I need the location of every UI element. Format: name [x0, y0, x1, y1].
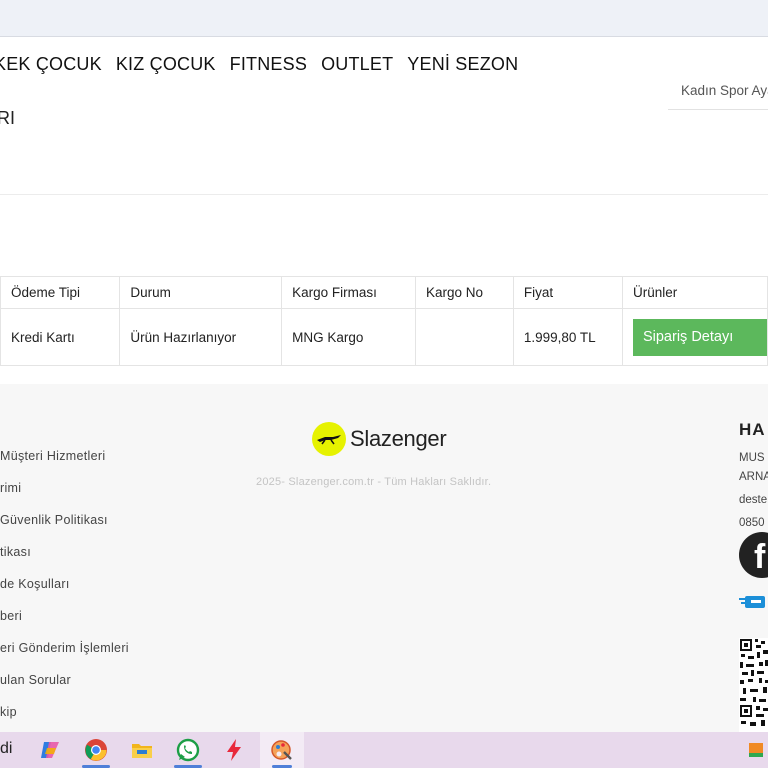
nav-item-new-season[interactable]: YENİ SEZON — [407, 54, 518, 78]
divider — [0, 194, 768, 195]
header-carrier: Kargo Firması — [281, 276, 416, 309]
nav-item-boys[interactable]: KEK ÇOCUK — [0, 54, 102, 78]
cell-carrier: MNG Kargo — [281, 308, 416, 366]
paint-app-icon[interactable] — [260, 732, 304, 768]
contact-heading: HA — [739, 420, 766, 439]
header-status: Durum — [119, 276, 283, 309]
cell-payment-type: Kredi Kartı — [0, 308, 121, 366]
nav-item-fitness[interactable]: FITNESS — [230, 54, 307, 78]
copyright-text: 2025- Slazenger.com.tr - Tüm Hakları Sak… — [256, 476, 492, 488]
search-box — [668, 73, 768, 110]
whatsapp-icon[interactable] — [166, 732, 210, 768]
footer-link-2[interactable]: rimi — [0, 480, 129, 512]
contact-line: ARNA — [739, 471, 768, 483]
browser-top-strip — [0, 0, 768, 37]
brand-logo[interactable]: Slazenger — [312, 422, 447, 456]
cell-price: 1.999,80 TL — [512, 308, 623, 366]
contact-block: HA MUS ARNA deste 0850 — [739, 420, 768, 532]
header-tracking-no: Kargo No — [414, 276, 514, 309]
flash-app-icon[interactable] — [212, 732, 256, 768]
cell-status: Ürün Hazırlanıyor — [119, 308, 283, 366]
taskbar-fragment: di — [0, 740, 13, 757]
table-row: Kredi Kartı Ürün Hazırlanıyor MNG Kargo … — [0, 308, 768, 366]
tray-app-icon[interactable] — [736, 732, 768, 768]
orders-table: Ödeme Tipi Durum Kargo Firması Kargo No … — [0, 276, 768, 366]
footer-link-shipping[interactable]: eri Gönderim İşlemleri — [0, 640, 129, 672]
footer-link-4[interactable]: tikası — [0, 544, 129, 576]
search-input[interactable] — [668, 73, 768, 107]
nav-item-girls[interactable]: KIZ ÇOCUK — [116, 54, 216, 78]
contact-line: MUS — [739, 452, 765, 464]
header-payment-type: Ödeme Tipi — [0, 276, 121, 309]
brand-name: Slazenger — [350, 426, 447, 451]
footer-link-faq[interactable]: ulan Sorular — [0, 672, 129, 704]
footer-link-security-policy[interactable]: Güvenlik Politikası — [0, 512, 129, 544]
footer-links: Müşteri Hizmetleri rimi Güvenlik Politik… — [0, 448, 129, 736]
qr-code-icon[interactable] — [739, 638, 768, 732]
nav-item-outlet[interactable]: OUTLET — [321, 54, 393, 78]
order-detail-button[interactable]: Sipariş Detayı — [632, 318, 767, 356]
table-header-row: Ödeme Tipi Durum Kargo Firması Kargo No … — [0, 276, 768, 309]
main-navigation: KEK ÇOCUK KIZ ÇOCUK FITNESS OUTLET YENİ … — [0, 54, 532, 78]
facebook-icon[interactable]: f — [739, 532, 768, 578]
cell-tracking-no — [414, 308, 514, 366]
contact-phone[interactable]: 0850 — [739, 515, 768, 532]
footer-link-return-conditions[interactable]: de Koşulları — [0, 576, 129, 608]
site-footer: Müşteri Hizmetleri rimi Güvenlik Politik… — [0, 384, 768, 732]
footer-link-customer-service[interactable]: Müşteri Hizmetleri — [0, 448, 129, 480]
contact-email[interactable]: deste — [739, 492, 768, 509]
copilot-icon[interactable] — [28, 732, 72, 768]
windows-taskbar: di — [0, 732, 768, 768]
header-price: Fiyat — [512, 276, 623, 309]
fast-delivery-icon — [739, 596, 765, 608]
header-products: Ürünler — [621, 276, 768, 309]
subheading-fragment: RI — [0, 108, 15, 128]
cell-products: Sipariş Detayı — [621, 308, 768, 366]
panther-logo-icon — [312, 422, 346, 456]
file-explorer-icon[interactable] — [120, 732, 164, 768]
chrome-icon[interactable] — [74, 732, 118, 768]
footer-link-6[interactable]: beri — [0, 608, 129, 640]
